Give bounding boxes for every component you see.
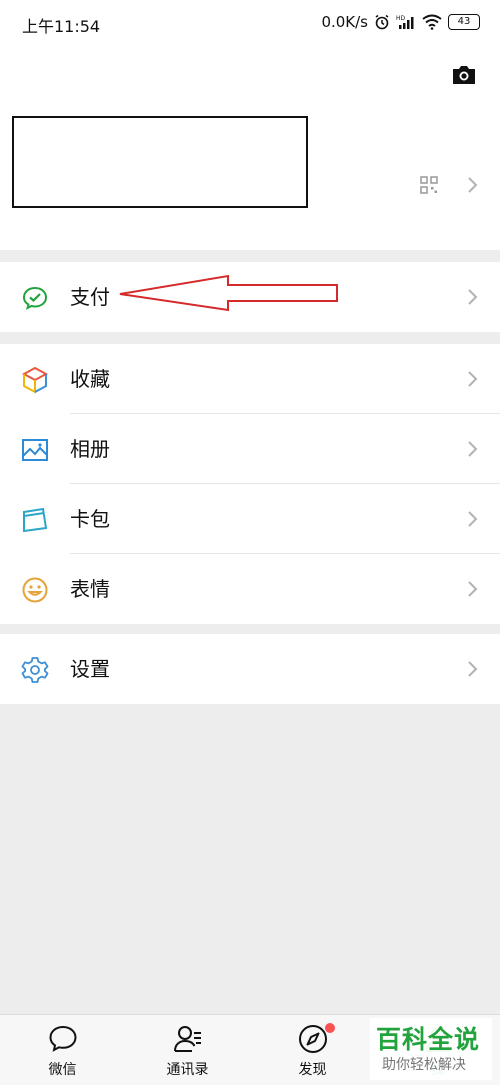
menu-item-label: 表情 bbox=[70, 577, 110, 601]
menu-item-label: 设置 bbox=[70, 657, 110, 681]
sticker-smiley-icon bbox=[22, 577, 48, 603]
status-time: 上午11:54 bbox=[22, 17, 101, 36]
favorites-cube-icon bbox=[21, 366, 49, 394]
hd-signal-icon: HD bbox=[396, 15, 414, 29]
menu-item-favorites[interactable]: 收藏 bbox=[0, 344, 500, 414]
settings-group: 设置 bbox=[0, 634, 500, 704]
menu-item-label: 支付 bbox=[70, 285, 110, 309]
collections-group: 收藏 相册 卡包 表情 bbox=[0, 344, 500, 624]
menu-item-card-wallet[interactable]: 卡包 bbox=[0, 484, 500, 554]
menu-item-stickers[interactable]: 表情 bbox=[0, 554, 500, 624]
status-bar: 上午11:54 0.0K/s HD 43 bbox=[0, 0, 500, 48]
watermark-title: 百科全说 bbox=[376, 1025, 481, 1054]
svg-text:HD: HD bbox=[396, 15, 406, 22]
chevron-right-icon bbox=[468, 511, 478, 527]
discover-badge-dot bbox=[325, 1023, 335, 1033]
menu-item-settings[interactable]: 设置 bbox=[0, 634, 500, 704]
menu-item-album[interactable]: 相册 bbox=[0, 414, 500, 484]
tab-label: 微信 bbox=[48, 1062, 77, 1078]
chevron-right-icon bbox=[468, 177, 478, 193]
redacted-profile-info bbox=[12, 116, 308, 208]
tab-chats[interactable]: 微信 bbox=[0, 1015, 125, 1085]
watermark-subtitle: 助你轻松解决 bbox=[382, 1057, 466, 1073]
chat-icon bbox=[49, 1025, 77, 1052]
menu-item-label: 收藏 bbox=[70, 367, 110, 391]
chevron-right-icon bbox=[468, 581, 478, 597]
tab-contacts[interactable]: 通讯录 bbox=[125, 1015, 250, 1085]
chevron-right-icon bbox=[468, 371, 478, 387]
tab-label: 发现 bbox=[298, 1062, 327, 1078]
settings-gear-icon bbox=[21, 657, 49, 683]
chevron-right-icon bbox=[468, 289, 478, 305]
status-indicators: 0.0K/s HD 43 bbox=[321, 13, 480, 31]
battery-icon: 43 bbox=[448, 14, 480, 30]
wifi-icon bbox=[422, 14, 442, 30]
alarm-icon bbox=[375, 14, 389, 30]
contacts-icon bbox=[174, 1026, 201, 1052]
tab-discover[interactable]: 发现 bbox=[250, 1015, 375, 1085]
chevron-right-icon bbox=[468, 661, 478, 677]
card-wallet-icon bbox=[23, 507, 48, 533]
chevron-right-icon bbox=[468, 441, 478, 457]
tab-label: 通讯录 bbox=[166, 1062, 209, 1078]
album-icon bbox=[22, 439, 48, 461]
profile-header[interactable] bbox=[0, 48, 500, 250]
red-arrow-annotation bbox=[119, 274, 338, 312]
pay-icon bbox=[22, 286, 48, 310]
network-speed: 0.0K/s bbox=[321, 13, 368, 31]
menu-item-label: 卡包 bbox=[70, 507, 110, 531]
menu-item-label: 相册 bbox=[70, 437, 110, 461]
qr-code-icon[interactable] bbox=[420, 176, 438, 194]
watermark: 百科全说 助你轻松解决 bbox=[370, 1018, 492, 1080]
camera-icon[interactable] bbox=[450, 63, 478, 87]
